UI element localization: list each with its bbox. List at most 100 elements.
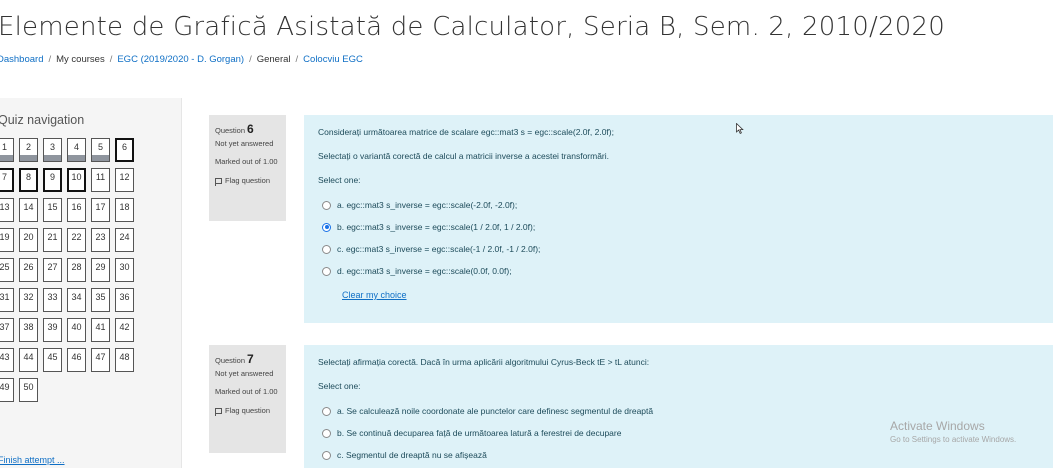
breadcrumb-quiz[interactable]: Colocviu EGC xyxy=(303,54,363,65)
question-label: Question xyxy=(215,126,246,135)
question-7-option-c[interactable]: c. Segmentul de dreaptă nu se afișează xyxy=(322,444,1039,466)
question-6-option-a[interactable]: a. egc::mat3 s_inverse = egc::scale(-2.0… xyxy=(322,194,1039,216)
quiz-nav-button-11[interactable]: 11 xyxy=(91,168,110,192)
quiz-nav-button-31[interactable]: 31 xyxy=(0,288,14,312)
quiz-nav-button-15[interactable]: 15 xyxy=(43,198,62,222)
quiz-nav-button-19[interactable]: 19 xyxy=(0,228,14,252)
quiz-nav-button-33[interactable]: 33 xyxy=(43,288,62,312)
breadcrumb-general[interactable]: General xyxy=(257,54,291,65)
quiz-nav-number: 43 xyxy=(0,352,10,362)
quiz-nav-number: 20 xyxy=(23,232,34,242)
question-6-content: Considerați următoarea matrice de scalar… xyxy=(304,115,1053,323)
quiz-nav-button-49[interactable]: 49 xyxy=(0,378,14,402)
quiz-nav-number: 7 xyxy=(1,172,7,182)
quiz-nav-button-8[interactable]: 8 xyxy=(19,168,38,192)
question-6-option-b[interactable]: b. egc::mat3 s_inverse = egc::scale(1 / … xyxy=(322,216,1039,238)
quiz-nav-button-1[interactable]: 1 xyxy=(0,138,14,162)
quiz-nav-button-21[interactable]: 21 xyxy=(43,228,62,252)
quiz-nav-number: 24 xyxy=(119,232,130,242)
question-7-text-1: Selectați afirmația corectă. Dacă în urm… xyxy=(318,357,650,367)
question-6-option-d[interactable]: d. egc::mat3 s_inverse = egc::scale(0.0f… xyxy=(322,260,1039,282)
quiz-nav-button-17[interactable]: 17 xyxy=(91,198,110,222)
quiz-nav-number: 8 xyxy=(25,172,31,182)
radio-button[interactable] xyxy=(322,266,331,276)
question-6-flag[interactable]: Flag question xyxy=(215,176,280,186)
quiz-nav-button-27[interactable]: 27 xyxy=(43,258,62,282)
quiz-nav-button-41[interactable]: 41 xyxy=(91,318,110,342)
quiz-nav-button-36[interactable]: 36 xyxy=(115,288,134,312)
quiz-nav-number: 23 xyxy=(95,232,106,242)
breadcrumb-course[interactable]: EGC (2019/2020 - D. Gorgan) xyxy=(117,54,244,65)
radio-button[interactable] xyxy=(322,428,331,438)
quiz-nav-button-18[interactable]: 18 xyxy=(115,198,134,222)
quiz-nav-button-32[interactable]: 32 xyxy=(19,288,38,312)
question-6-text-2: Selectați o variantă corectă de calcul a… xyxy=(318,151,610,161)
breadcrumb-my-courses[interactable]: My courses xyxy=(56,54,105,65)
quiz-nav-button-24[interactable]: 24 xyxy=(115,228,134,252)
flag-label: Flag question xyxy=(225,406,271,416)
quiz-nav-button-37[interactable]: 37 xyxy=(0,318,14,342)
radio-button[interactable] xyxy=(322,200,331,210)
question-7-flag[interactable]: Flag question xyxy=(215,406,280,416)
quiz-nav-number: 13 xyxy=(0,202,10,212)
quiz-nav-button-42[interactable]: 42 xyxy=(115,318,134,342)
quiz-nav-button-6[interactable]: 6 xyxy=(115,138,134,162)
quiz-nav-button-25[interactable]: 25 xyxy=(0,258,14,282)
quiz-nav-button-13[interactable]: 13 xyxy=(0,198,14,222)
quiz-nav-button-40[interactable]: 40 xyxy=(67,318,86,342)
quiz-nav-button-14[interactable]: 14 xyxy=(19,198,38,222)
quiz-navigation-title: Quiz navigation xyxy=(0,113,85,127)
breadcrumb-separator: / xyxy=(109,54,113,65)
quiz-nav-button-4[interactable]: 4 xyxy=(67,138,86,162)
quiz-nav-button-5[interactable]: 5 xyxy=(91,138,110,162)
flag-icon xyxy=(215,177,222,186)
clear-my-choice-link[interactable]: Clear my choice xyxy=(342,290,407,300)
quiz-nav-button-3[interactable]: 3 xyxy=(43,138,62,162)
radio-button[interactable] xyxy=(322,244,331,254)
quiz-nav-button-28[interactable]: 28 xyxy=(67,258,86,282)
quiz-nav-button-38[interactable]: 38 xyxy=(19,318,38,342)
breadcrumb-separator: / xyxy=(249,54,252,65)
quiz-nav-button-47[interactable]: 47 xyxy=(91,348,110,372)
quiz-nav-button-35[interactable]: 35 xyxy=(91,288,110,312)
quiz-nav-number: 10 xyxy=(71,172,82,182)
quiz-nav-button-34[interactable]: 34 xyxy=(67,288,86,312)
finish-attempt-link[interactable]: Finish attempt ... xyxy=(0,455,65,465)
quiz-nav-button-7[interactable]: 7 xyxy=(0,168,14,192)
quiz-nav-button-12[interactable]: 12 xyxy=(115,168,134,192)
radio-button-selected[interactable] xyxy=(322,222,331,232)
quiz-nav-button-48[interactable]: 48 xyxy=(115,348,134,372)
quiz-nav-button-50[interactable]: 50 xyxy=(19,378,38,402)
question-6-option-c[interactable]: c. egc::mat3 s_inverse = egc::scale(-1 /… xyxy=(322,238,1039,260)
quiz-nav-number: 3 xyxy=(49,142,55,152)
quiz-nav-button-23[interactable]: 23 xyxy=(91,228,110,252)
answered-indicator xyxy=(44,155,61,161)
quiz-nav-button-39[interactable]: 39 xyxy=(43,318,62,342)
quiz-nav-button-9[interactable]: 9 xyxy=(43,168,62,192)
option-label: d. egc::mat3 s_inverse = egc::scale(0.0f… xyxy=(337,266,512,276)
quiz-nav-button-22[interactable]: 22 xyxy=(67,228,86,252)
breadcrumb: Dashboard / My courses / EGC (2019/2020 - D.… xyxy=(0,54,363,65)
breadcrumb-dashboard[interactable]: Dashboard xyxy=(0,54,43,65)
quiz-nav-button-2[interactable]: 2 xyxy=(19,138,38,162)
quiz-nav-button-43[interactable]: 43 xyxy=(0,348,14,372)
quiz-nav-number: 32 xyxy=(23,292,34,302)
quiz-nav-number: 41 xyxy=(95,322,106,332)
radio-button[interactable] xyxy=(322,406,331,416)
question-7-marked: Marked out of 1.00 xyxy=(215,387,278,397)
quiz-nav-button-29[interactable]: 29 xyxy=(91,258,110,282)
quiz-nav-button-10[interactable]: 10 xyxy=(67,168,86,192)
quiz-nav-button-45[interactable]: 45 xyxy=(43,348,62,372)
quiz-nav-button-30[interactable]: 30 xyxy=(115,258,134,282)
quiz-nav-button-46[interactable]: 46 xyxy=(67,348,86,372)
quiz-nav-button-44[interactable]: 44 xyxy=(19,348,38,372)
quiz-nav-number: 35 xyxy=(95,292,106,302)
radio-button[interactable] xyxy=(322,450,331,460)
quiz-nav-button-26[interactable]: 26 xyxy=(19,258,38,282)
answered-indicator xyxy=(92,155,109,161)
quiz-nav-button-16[interactable]: 16 xyxy=(67,198,86,222)
quiz-nav-number: 49 xyxy=(0,382,10,392)
question-7-state: Not yet answered xyxy=(215,369,274,379)
quiz-nav-button-20[interactable]: 20 xyxy=(19,228,38,252)
quiz-nav-number: 38 xyxy=(23,322,34,332)
